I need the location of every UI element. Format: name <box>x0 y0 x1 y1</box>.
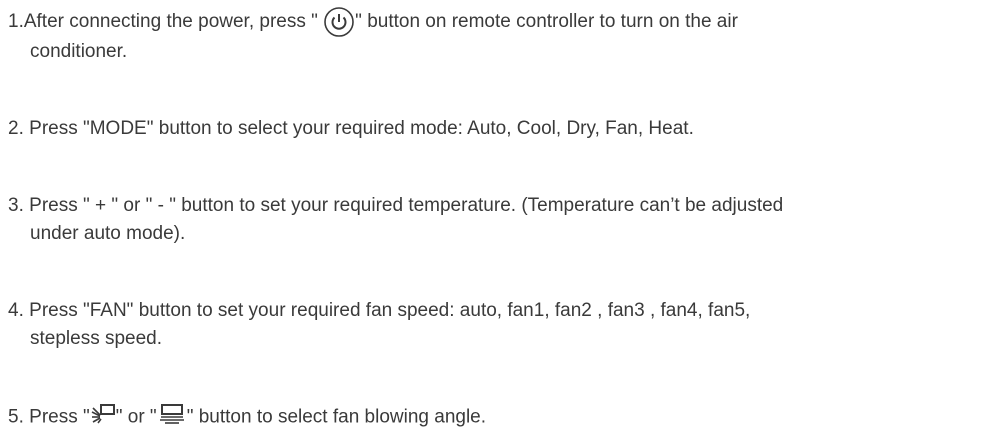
step-3-text-1: Press " + " or " - " button to set your … <box>29 195 784 216</box>
step-1-line-2: conditioner. <box>30 41 128 62</box>
step-1: 1.After connecting the power, press " " … <box>8 6 988 66</box>
step-5-line-1: 5. Press " " or " " button to select fan… <box>8 402 988 433</box>
step-3-number: 3. <box>8 195 24 216</box>
step-4-text-1: Press "FAN" button to set your required … <box>29 300 751 321</box>
step-5: 5. Press " " or " " button to select fan… <box>8 402 988 433</box>
step-2-text: Press "MODE" button to select your requi… <box>29 118 694 139</box>
step-1-text-a: After connecting the power, press " <box>23 11 318 33</box>
step-5-text-b: " or " <box>115 406 157 428</box>
fixed-angle-icon <box>157 402 187 433</box>
swing-angle-icon <box>90 402 116 433</box>
step-5-text-c: " button to select fan blowing angle. <box>186 406 487 428</box>
step-3: 3. Press " + " or " - " button to set yo… <box>8 192 988 248</box>
step-5-text-a: Press " <box>29 406 90 428</box>
step-1-text-b: " button on remote controller to turn on… <box>355 11 738 33</box>
step-4-line-2: stepless speed. <box>30 328 163 349</box>
power-icon <box>323 6 355 38</box>
step-4-number: 4. <box>8 300 24 321</box>
step-5-number: 5. <box>8 406 24 428</box>
step-2-number: 2. <box>8 118 24 139</box>
step-3-line-2: under auto mode). <box>30 223 186 244</box>
step-4: 4. Press "FAN" button to set your requir… <box>8 297 988 353</box>
step-1-number: 1. <box>8 11 24 33</box>
instruction-steps: 1.After connecting the power, press " " … <box>8 6 988 433</box>
step-3-line-1: 3. Press " + " or " - " button to set yo… <box>8 192 988 220</box>
step-2: 2. Press "MODE" button to select your re… <box>8 115 988 143</box>
step-2-line-1: 2. Press "MODE" button to select your re… <box>8 115 988 143</box>
step-4-line-1: 4. Press "FAN" button to set your requir… <box>8 297 988 325</box>
step-1-line-1: 1.After connecting the power, press " " … <box>8 6 988 38</box>
